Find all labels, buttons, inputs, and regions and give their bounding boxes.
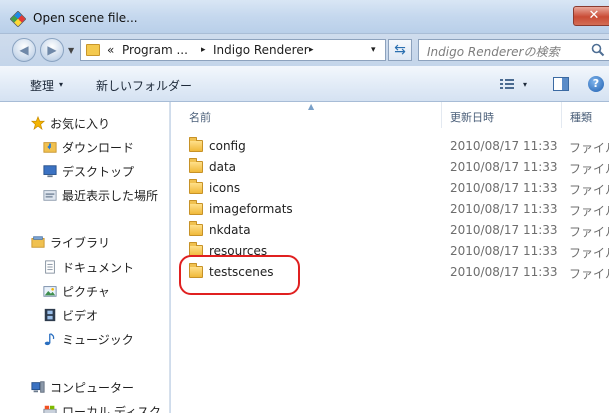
nav-favorites-label: お気に入り [50, 117, 111, 131]
nav-recent-places-label: 最近表示した場所 [62, 189, 159, 203]
organize-dropdown-icon[interactable]: ▾ [59, 80, 63, 89]
breadcrumb-separator-icon[interactable]: ▸ [309, 45, 314, 55]
file-name: imageformats [209, 202, 293, 216]
file-name: nkdata [209, 223, 251, 237]
nav-desktop-label: デスクトップ [62, 165, 135, 179]
pictures-icon [43, 286, 57, 297]
close-button[interactable]: ✕ [573, 6, 609, 26]
recent-locations-dropdown-icon[interactable]: ▼ [68, 46, 74, 55]
file-type: ファイル [569, 141, 609, 155]
breadcrumb-program-files[interactable]: Program ... [122, 43, 188, 57]
libraries-icon [31, 236, 45, 248]
file-list: ▲ 名前 更新日時 種類 config 2010/08/17 11:33 ファイ… [171, 102, 609, 413]
file-type: ファイル [569, 183, 609, 197]
column-type-label: 種類 [570, 111, 592, 124]
file-date: 2010/08/17 11:33 [450, 139, 558, 153]
forward-button[interactable]: ▶ [40, 38, 64, 62]
documents-icon [45, 260, 55, 274]
nav-music-label: ミュージック [62, 333, 134, 347]
file-date: 2010/08/17 11:33 [450, 265, 558, 279]
computer-icon [31, 381, 45, 393]
nav-pictures-label: ピクチャ [62, 285, 110, 299]
refresh-icon: ⇆ [394, 42, 406, 58]
videos-icon [44, 308, 56, 322]
nav-downloads-label: ダウンロード [62, 141, 135, 155]
nav-videos-label: ビデオ [62, 309, 99, 323]
search-icon[interactable] [591, 43, 605, 57]
file-date: 2010/08/17 11:33 [450, 223, 558, 237]
new-folder-button[interactable]: 新しいフォルダー [96, 77, 192, 94]
organize-button[interactable]: 整理 [30, 77, 54, 94]
app-icon [9, 10, 27, 28]
nav-computer-label: コンピューター [50, 381, 135, 395]
file-date: 2010/08/17 11:33 [450, 160, 558, 174]
breadcrumb-indigo-renderer[interactable]: Indigo Renderer [213, 43, 309, 57]
address-bar[interactable]: « Program ... ▸ Indigo Renderer ▸ ▾ [80, 39, 386, 61]
folder-icon [189, 137, 203, 152]
file-name: config [209, 139, 246, 153]
title-bar: Open scene file... ✕ [0, 0, 609, 34]
folder-icon [189, 200, 203, 215]
views-icon[interactable] [500, 78, 514, 90]
breadcrumb-separator-icon[interactable]: ▸ [201, 45, 206, 55]
file-type: ファイル [569, 162, 609, 176]
folder-icon [86, 44, 100, 56]
views-dropdown-icon[interactable]: ▾ [523, 80, 527, 89]
column-header-date[interactable]: 更新日時 [442, 102, 561, 128]
folder-icon [189, 221, 203, 236]
nav-documents-label: ドキュメント [62, 261, 135, 275]
address-dropdown-icon[interactable]: ▾ [371, 45, 376, 55]
column-header-type[interactable]: 種類 [562, 102, 609, 128]
local-disk-icon [43, 405, 57, 413]
search-placeholder: Indigo Rendererの検索 [427, 45, 560, 59]
refresh-button[interactable]: ⇆ [388, 39, 412, 61]
search-box[interactable]: Indigo Rendererの検索 [418, 39, 609, 61]
column-name-label: 名前 [189, 111, 211, 124]
file-date: 2010/08/17 11:33 [450, 244, 558, 258]
list-item[interactable]: nkdata 2010/08/17 11:33 ファイル [171, 220, 609, 241]
downloads-folder-icon [43, 142, 57, 153]
list-item[interactable]: data 2010/08/17 11:33 ファイル [171, 157, 609, 178]
folder-icon [189, 158, 203, 173]
sort-ascending-icon: ▲ [308, 102, 315, 111]
list-item[interactable]: imageformats 2010/08/17 11:33 ファイル [171, 199, 609, 220]
window-title: Open scene file... [33, 11, 138, 25]
file-name: icons [209, 181, 241, 195]
file-name: data [209, 160, 237, 174]
navigation-pane: お気に入り ダウンロード デスクトップ 最近表示した場所 ライブラリ ドキュメン… [0, 102, 170, 413]
list-item[interactable]: icons 2010/08/17 11:33 ファイル [171, 178, 609, 199]
folder-icon [189, 179, 203, 194]
back-button[interactable]: ◀ [12, 38, 36, 62]
file-type: ファイル [569, 225, 609, 239]
help-icon[interactable]: ? [588, 76, 604, 92]
file-date: 2010/08/17 11:33 [450, 202, 558, 216]
star-icon [30, 116, 46, 130]
column-header-name[interactable]: ▲ 名前 [171, 102, 441, 128]
file-type: ファイル [569, 204, 609, 218]
command-toolbar: 整理 ▾ 新しいフォルダー ▾ ? [0, 66, 609, 102]
file-date: 2010/08/17 11:33 [450, 181, 558, 195]
nav-local-disk-label: ローカル ディスク [62, 405, 161, 413]
file-type: ファイル [569, 246, 609, 260]
preview-pane-icon[interactable] [553, 77, 569, 91]
music-icon [44, 333, 55, 346]
nav-libraries-label: ライブラリ [50, 236, 111, 250]
breadcrumb-overflow[interactable]: « [107, 43, 114, 57]
highlight-annotation [179, 255, 300, 295]
column-date-label: 更新日時 [450, 111, 494, 124]
recent-places-icon [43, 190, 57, 201]
list-item[interactable]: config 2010/08/17 11:33 ファイル [171, 136, 609, 157]
address-row: ◀ ▶ ▼ « Program ... ▸ Indigo Renderer ▸ … [0, 34, 609, 66]
file-type: ファイル [569, 267, 609, 281]
desktop-icon [43, 165, 57, 178]
